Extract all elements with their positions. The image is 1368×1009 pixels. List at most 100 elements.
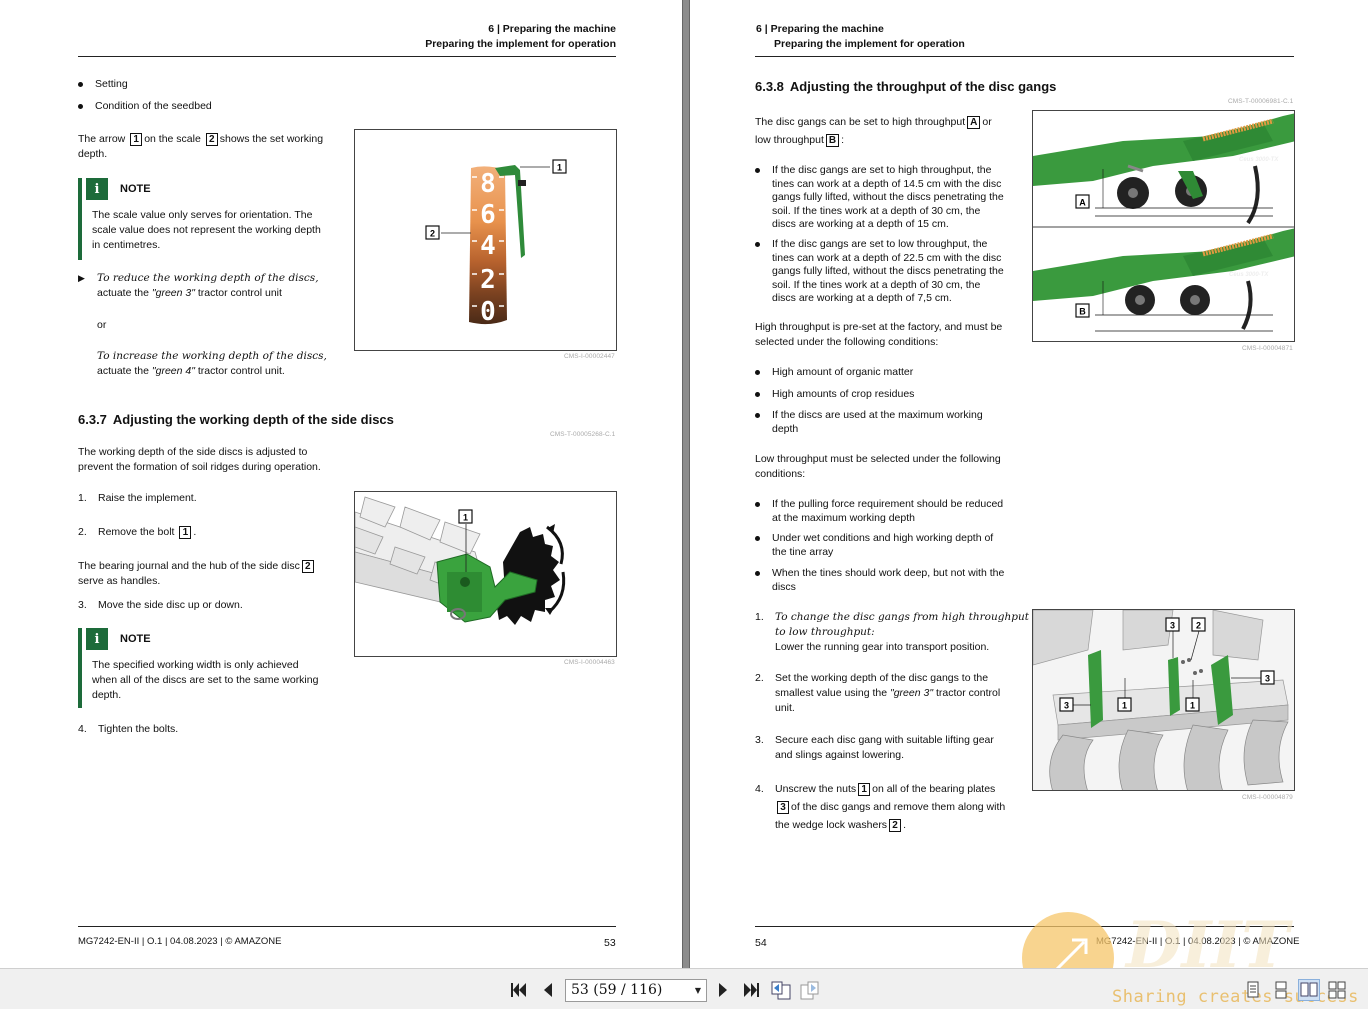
page-selector[interactable]: 53 (59 / 116) ▼ [565, 979, 707, 1002]
back-view-icon [771, 981, 791, 1000]
figure-ref: CMS-I-00004871 [1242, 345, 1293, 352]
note-box: i NOTE The scale value only serves for o… [78, 178, 340, 260]
facing-pages-icon [1300, 982, 1318, 997]
callout-box: 2 [301, 560, 314, 573]
continuous-view-button[interactable] [1270, 979, 1292, 1001]
note-text: The scale value only serves for orientat… [92, 209, 321, 251]
chevron-down-icon: ▼ [694, 986, 701, 995]
callout-3: 3 [1265, 674, 1270, 684]
callout-2: 2 [1196, 621, 1201, 631]
callout-box: 1 [858, 783, 871, 796]
header-section: Preparing the implement for operation [425, 38, 616, 50]
continuous-facing-view-button[interactable] [1326, 979, 1348, 1001]
callout-3: 3 [1064, 701, 1069, 711]
header-section: Preparing the implement for operation [774, 38, 965, 50]
page-number: 54 [755, 937, 767, 949]
figure-ref: CMS-I-00004879 [1242, 794, 1293, 801]
list-item: If the disc gangs are set to high throug… [755, 164, 1004, 232]
facing-view-button[interactable] [1298, 979, 1320, 1001]
page-number: 53 [604, 937, 616, 949]
throughput-figure: Ceus 3000-TX A Ceus 3000-TX B [1032, 110, 1295, 342]
label-b: B [1079, 307, 1086, 317]
step-2: 2. Set the working depth of the disc gan… [755, 672, 1001, 714]
brand-label: Ceus 3000-TX [1239, 157, 1279, 163]
section-ref: CMS-T-00005268-C.1 [550, 431, 616, 438]
list-item: If the disc gangs are set to low through… [755, 238, 1004, 306]
figure-ref: CMS-I-00002447 [564, 353, 615, 360]
scale-mark: 2 [480, 265, 496, 295]
forward-view-button[interactable] [799, 979, 821, 1001]
scale-mark: 8 [480, 169, 496, 199]
single-page-view-button[interactable] [1242, 979, 1264, 1001]
arrow-paragraph: The arrow 1 on the scale 2 shows the set w… [78, 133, 324, 160]
section-heading: 6.3.7 Adjusting the working depth of the … [78, 412, 394, 427]
last-page-icon [744, 983, 759, 997]
next-page-button[interactable] [712, 979, 734, 1001]
callout-3: 3 [1170, 621, 1175, 631]
callout-box: 1 [179, 526, 192, 539]
watermark-logo [1022, 912, 1114, 968]
callout-box: A [967, 116, 981, 129]
page-53: 6 | Preparing the machine Preparing the … [0, 0, 682, 968]
step-1: 1. Raise the implement. [78, 492, 197, 504]
note-box: i NOTE The specified working width is on… [78, 628, 340, 708]
note-text: The specified working width is only achi… [92, 659, 319, 701]
bearing-plates-illustration: 3 2 3 3 1 1 [1033, 610, 1294, 790]
action-reduce: To reduce the working depth of the discs… [97, 272, 319, 299]
last-page-button[interactable] [740, 979, 762, 1001]
step-1: 1. To change the disc gangs from high th… [755, 611, 1029, 653]
callout-2: 2 [430, 229, 435, 239]
footer-rule [78, 926, 616, 927]
header-chapter: 6 | Preparing the machine [756, 23, 884, 35]
list-item: Setting [78, 78, 128, 92]
scale-mark: 6 [480, 200, 496, 230]
step-4: 4. Unscrew the nuts 1 on all of the bearin… [755, 783, 1006, 832]
section-ref: CMS-T-00006981-C.1 [1228, 98, 1294, 105]
previous-page-button[interactable] [537, 979, 559, 1001]
back-view-button[interactable] [770, 979, 792, 1001]
callout-box: B [825, 134, 840, 147]
intro-paragraph: The working depth of the side discs is a… [78, 446, 321, 473]
info-icon: i [86, 628, 108, 650]
callout-box: 1 [130, 133, 143, 146]
callout-1: 1 [557, 163, 562, 173]
continuous-facing-icon [1328, 981, 1346, 999]
watermark-text: Sharing creates success [1112, 987, 1359, 1007]
page-header: 6 | Preparing the machine Preparing the … [425, 22, 616, 52]
throughput-illustration: Ceus 3000-TX A Ceus 3000-TX B [1033, 113, 1294, 332]
depth-scale-figure: 8 6 4 2 0 1 2 [354, 129, 617, 351]
header-rule [755, 56, 1294, 57]
low-intro-paragraph: Low throughput must be selected under th… [755, 453, 1001, 480]
callout-1: 1 [1190, 701, 1195, 711]
side-disc-illustration: 1 [355, 496, 566, 625]
watermark-letters: DIIT [1126, 908, 1289, 968]
info-icon: i [86, 178, 108, 200]
callout-box: 3 [777, 801, 789, 814]
list-item: High amount of organic matter [755, 366, 913, 380]
page-54: 6 | Preparing the machine Preparing the … [690, 0, 1368, 968]
list-item: If the discs are used at the maximum wor… [755, 409, 983, 436]
step-2: 2. Remove the bolt 1. [78, 526, 197, 539]
first-page-icon [511, 983, 526, 997]
header-chapter: 6 | Preparing the machine [488, 23, 616, 35]
label-a: A [1079, 198, 1086, 208]
step-3: 3. Secure each disc gang with suitable l… [755, 734, 994, 761]
footer-doc-id: MG7242-EN-II | O.1 | 04.08.2023 | © AMAZ… [78, 936, 282, 947]
header-rule [78, 56, 616, 57]
intro-paragraph: The disc gangs can be set to high throug… [755, 116, 992, 147]
first-page-button[interactable] [508, 979, 530, 1001]
high-preset-paragraph: High throughput is pre-set at the factor… [755, 321, 1003, 348]
action-increase: To increase the working depth of the dis… [97, 350, 327, 377]
figure-ref: CMS-I-00004463 [564, 659, 615, 666]
depth-scale-illustration: 8 6 4 2 0 1 2 [425, 159, 567, 327]
note-title: NOTE [120, 183, 151, 195]
page-header: 6 | Preparing the machine Preparing the … [756, 22, 965, 52]
step-4: 4. Tighten the bolts. [78, 723, 179, 735]
list-item: Under wet conditions and high working de… [755, 532, 993, 559]
brand-label: Ceus 3000-TX [1229, 272, 1269, 278]
side-disc-figure: 1 [354, 491, 617, 657]
callout-box: 2 [889, 819, 902, 832]
list-item: If the pulling force requirement should … [755, 498, 1003, 525]
page-divider [682, 0, 690, 968]
forward-view-icon [800, 981, 819, 1000]
